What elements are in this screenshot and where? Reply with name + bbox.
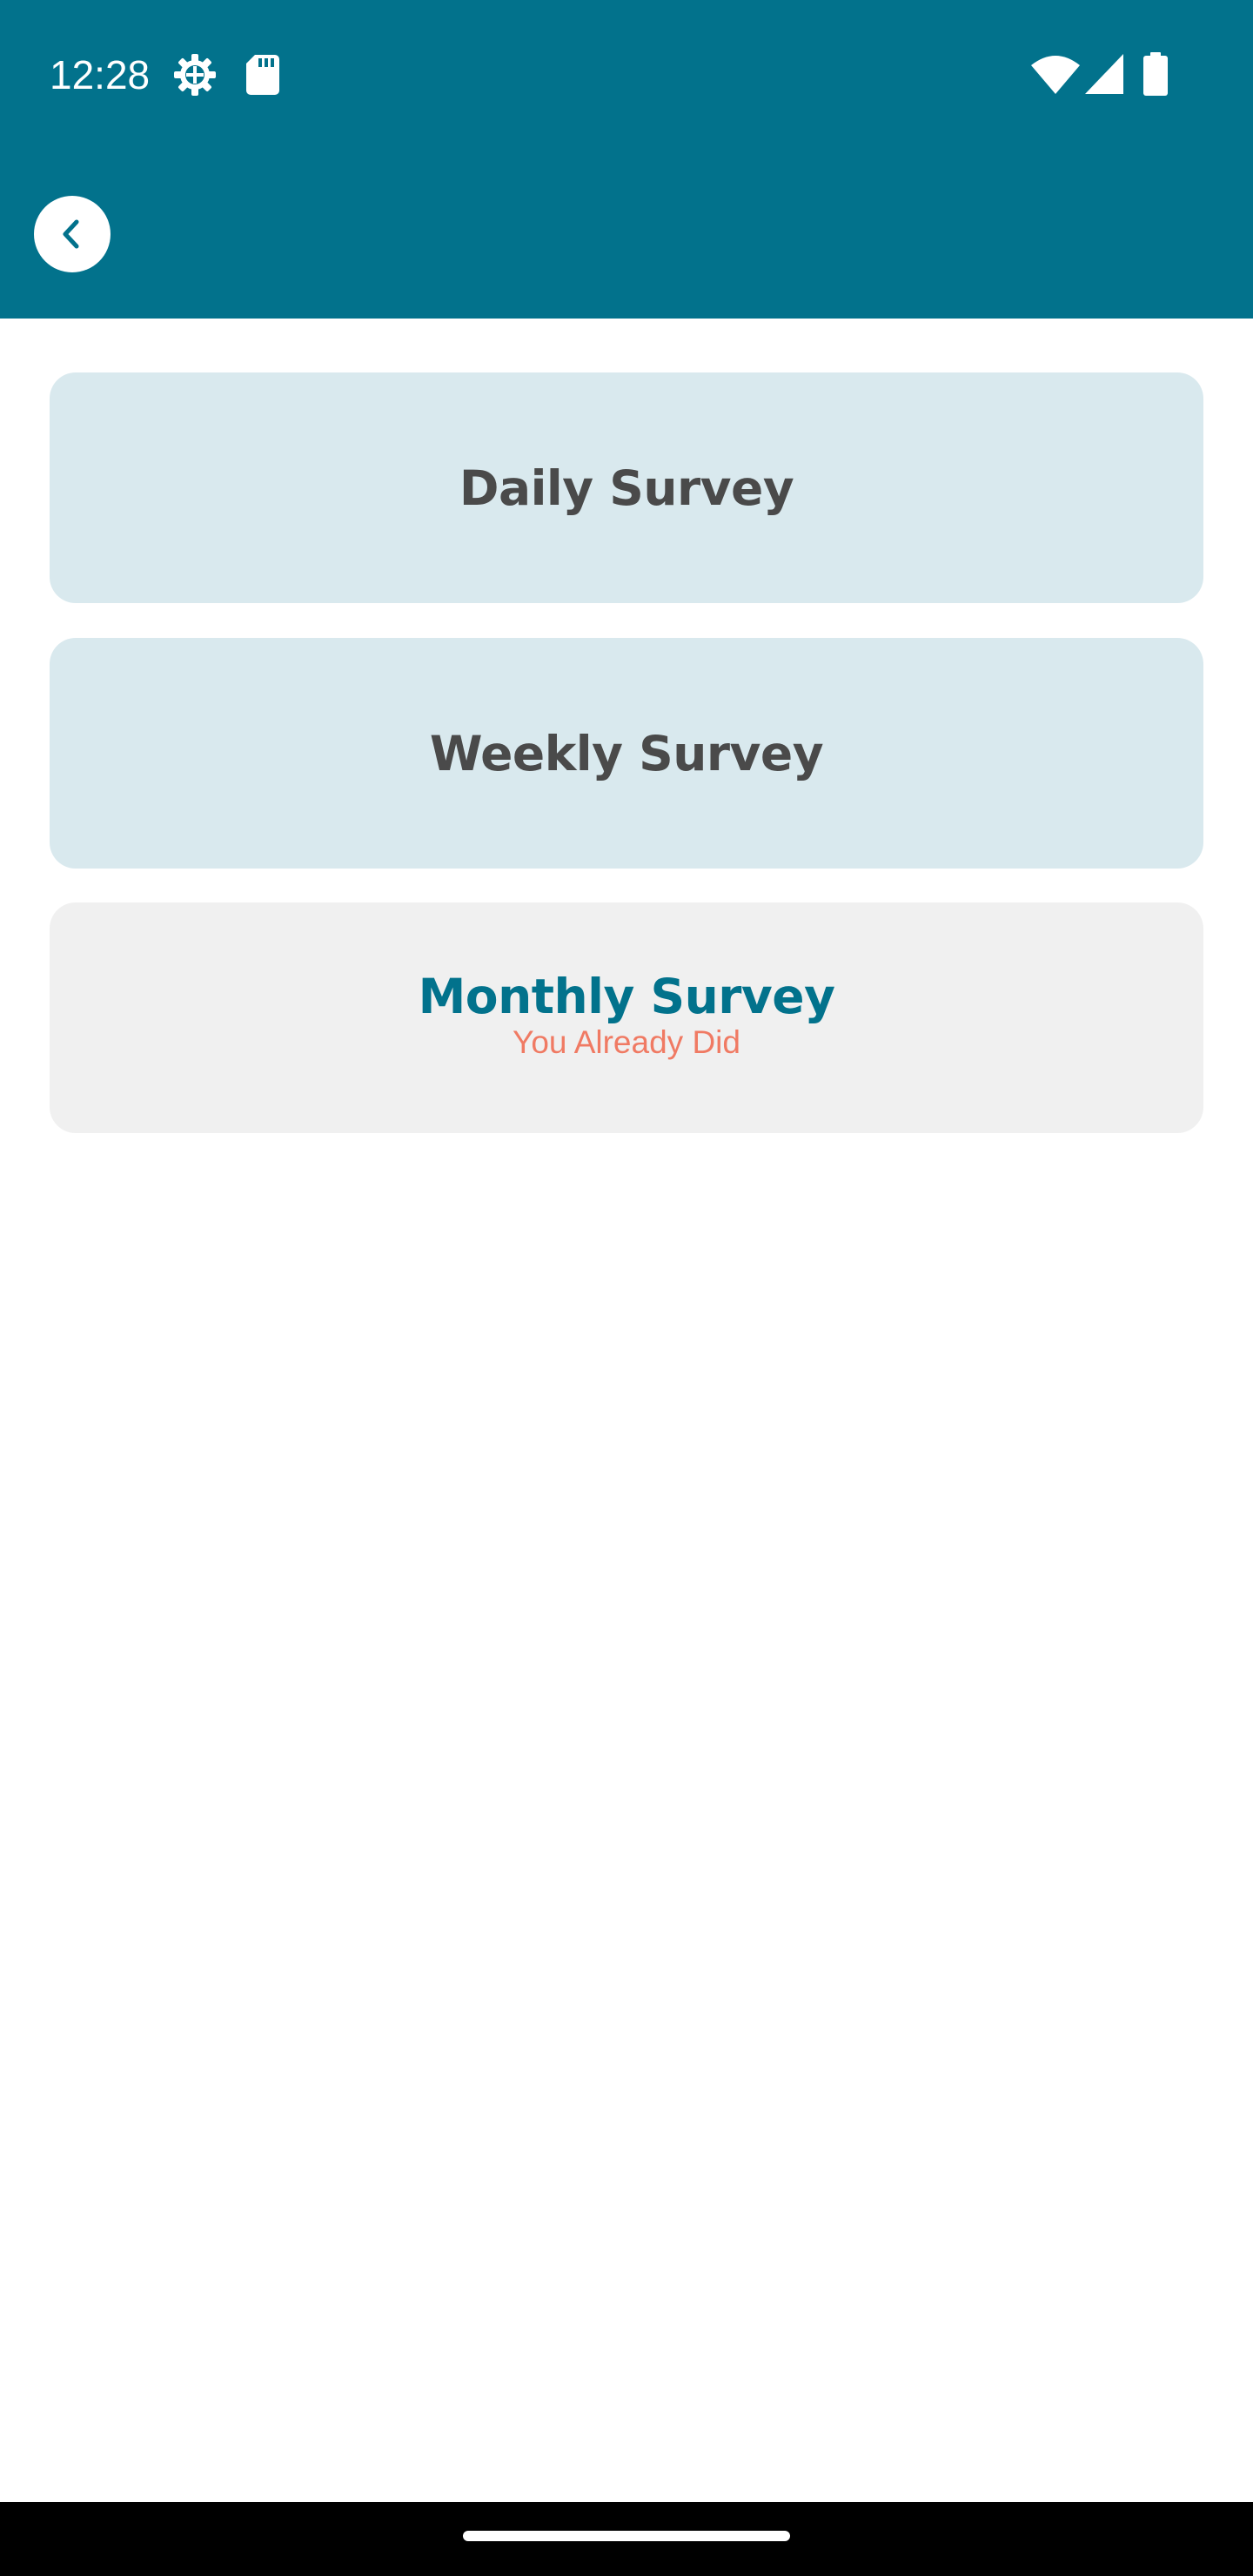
cell-signal-icon [1085, 54, 1123, 94]
app-header: 12:28 [0, 0, 1253, 319]
weekly-survey-card[interactable]: Weekly Survey [50, 638, 1203, 869]
back-button[interactable] [34, 196, 111, 272]
weekly-survey-title: Weekly Survey [429, 725, 824, 782]
sd-card-icon [246, 55, 279, 95]
monthly-survey-card[interactable]: Monthly Survey You Already Did [50, 902, 1203, 1133]
home-indicator[interactable] [463, 2531, 790, 2541]
daily-survey-title: Daily Survey [459, 460, 794, 516]
wifi-icon [1031, 56, 1080, 94]
system-nav-bar [0, 2502, 1253, 2576]
status-time: 12:28 [50, 52, 151, 97]
monthly-survey-status: You Already Did [513, 1023, 740, 1060]
daily-survey-card[interactable]: Daily Survey [50, 372, 1203, 603]
battery-icon [1143, 52, 1168, 96]
chevron-left-icon [63, 219, 79, 249]
settings-gear-icon [174, 54, 216, 96]
monthly-survey-title: Monthly Survey [418, 968, 835, 1024]
